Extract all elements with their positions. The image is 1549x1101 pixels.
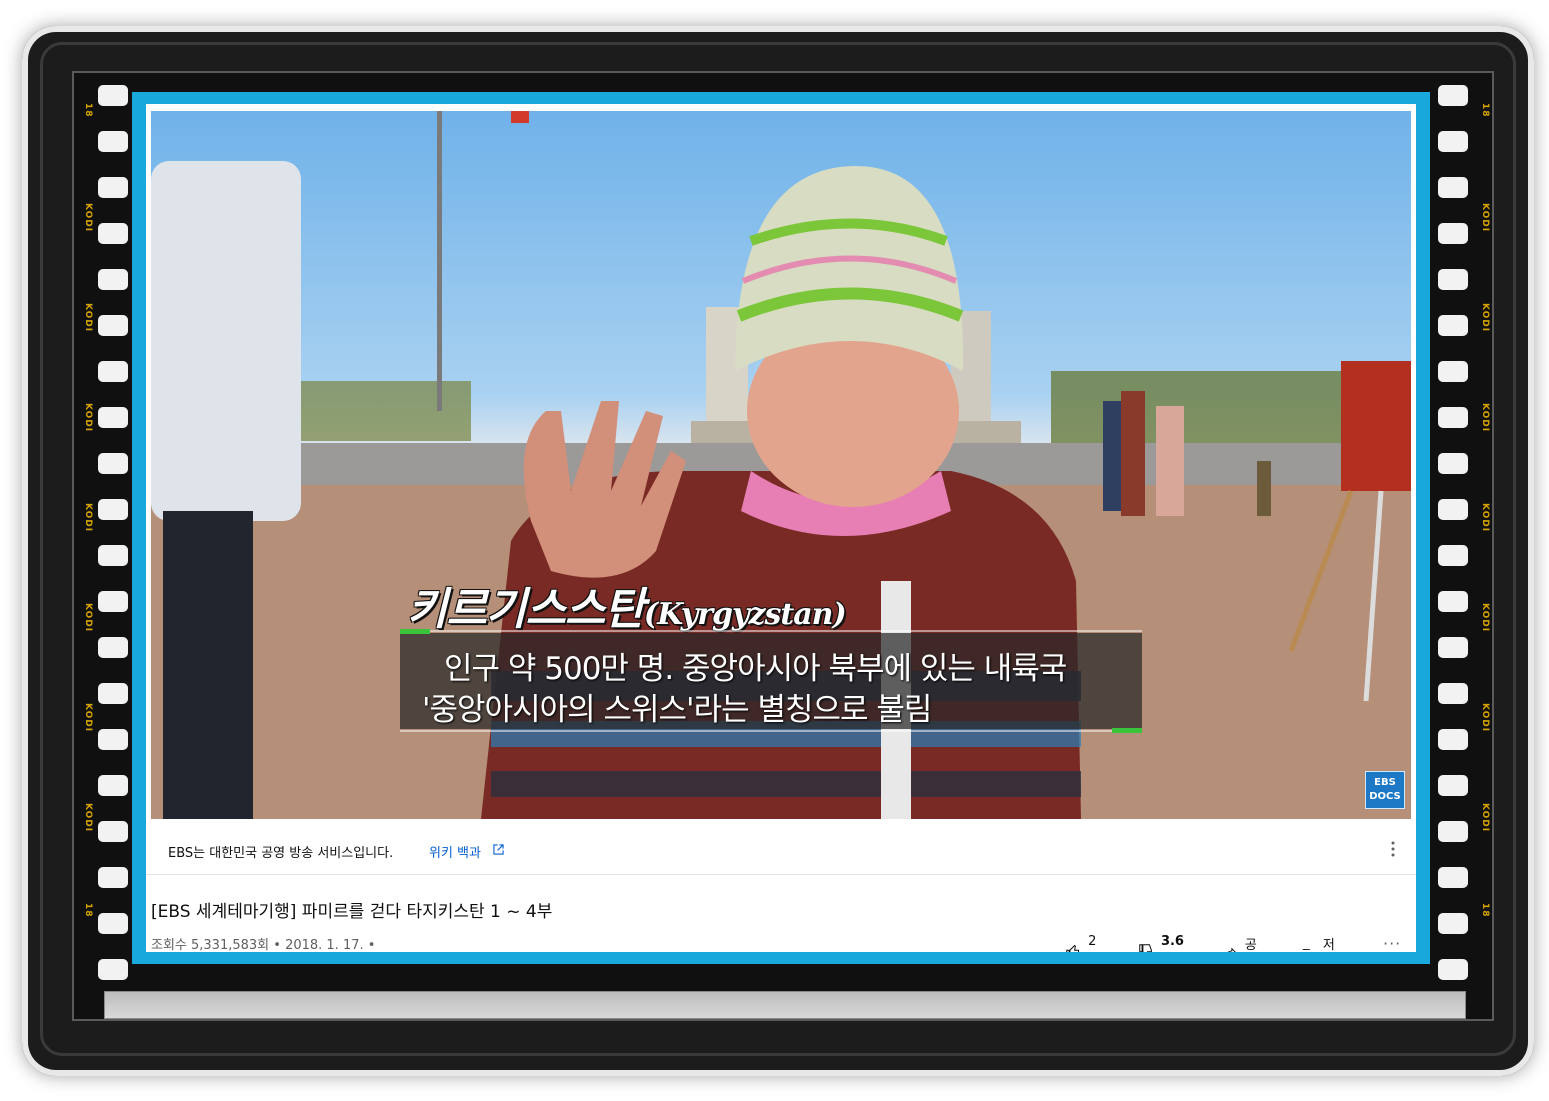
film-edge-mark: KODI bbox=[1480, 303, 1490, 333]
more-actions-button[interactable]: ··· bbox=[1383, 934, 1401, 952]
film-perforation bbox=[1438, 959, 1468, 980]
video-title: [EBS 세계테마기행] 파미르를 걷다 타지키스탄 1 ~ 4부 bbox=[151, 902, 553, 922]
external-link-icon[interactable] bbox=[493, 844, 504, 855]
more-vert-icon[interactable] bbox=[1385, 839, 1401, 859]
share-label: 공유 bbox=[1244, 938, 1257, 952]
film-perforation bbox=[98, 453, 128, 474]
film-bottom-strip bbox=[104, 991, 1466, 1019]
caption-divider bbox=[400, 730, 1112, 732]
film-perforation bbox=[1438, 683, 1468, 704]
film-edge-mark: KODI bbox=[83, 403, 93, 433]
film-perforation bbox=[98, 729, 128, 750]
like-count: 2만 bbox=[1088, 934, 1097, 949]
film-perforation bbox=[1438, 453, 1468, 474]
film-perforation bbox=[98, 131, 128, 152]
film-edge-mark: 18 bbox=[1480, 103, 1490, 118]
film-edge-mark: 18 bbox=[1480, 903, 1490, 918]
film-edge-mark: KODI bbox=[83, 703, 93, 733]
film-perforation bbox=[1438, 177, 1468, 198]
youtube-watch-page: 키르기스스탄(Kyrgyzstan) 인구 약 500만 명. 중앙아시아 북부… bbox=[146, 104, 1416, 952]
caption-line-1: 인구 약 500만 명. 중앙아시아 북부에 있는 내륙국 bbox=[444, 651, 1067, 687]
film-perforation bbox=[1438, 775, 1468, 796]
film-perforation bbox=[1438, 913, 1468, 934]
ebs-docs-logo: EBS DOCS bbox=[1365, 771, 1405, 809]
wikipedia-link[interactable]: 위키 백과 bbox=[429, 842, 481, 861]
film-edge-mark: KODI bbox=[83, 603, 93, 633]
film-perforation bbox=[1438, 545, 1468, 566]
film-edge-mark: KODI bbox=[1480, 403, 1490, 433]
film-edge-mark: KODI bbox=[83, 503, 93, 533]
logo-line-2: DOCS bbox=[1369, 791, 1401, 802]
video-player[interactable]: 키르기스스탄(Kyrgyzstan) 인구 약 500만 명. 중앙아시아 북부… bbox=[151, 111, 1411, 819]
film-perforation bbox=[98, 913, 128, 934]
playlist-add-icon bbox=[1302, 948, 1310, 950]
film-perforation bbox=[1438, 637, 1468, 658]
dislike-button[interactable]: 3.6천 bbox=[1139, 934, 1188, 952]
caption-line-2: '중앙아시아의 스위스'라는 별칭으로 불림 bbox=[422, 692, 932, 728]
thumbs-down-icon bbox=[1139, 944, 1152, 952]
film-perforation bbox=[1438, 131, 1468, 152]
caption-box: 인구 약 500만 명. 중앙아시아 북부에 있는 내륙국 '중앙아시아의 스위… bbox=[400, 629, 1142, 733]
logo-line-1: EBS bbox=[1374, 777, 1396, 788]
film-perforation bbox=[98, 637, 128, 658]
film-perforation bbox=[1438, 499, 1468, 520]
film-perforation bbox=[1438, 821, 1468, 842]
film-perforation bbox=[98, 177, 128, 198]
caption-accent-bar bbox=[1112, 728, 1142, 733]
save-label: 저장 bbox=[1322, 938, 1335, 952]
film-perforation bbox=[98, 821, 128, 842]
film-perforation bbox=[98, 315, 128, 336]
film-perforation bbox=[98, 867, 128, 888]
film-edge-mark: KODI bbox=[1480, 803, 1490, 833]
film-perforation bbox=[1438, 269, 1468, 290]
more-horiz-icon: ··· bbox=[1383, 934, 1402, 952]
dislike-count: 3.6천 bbox=[1160, 934, 1184, 949]
film-perforation bbox=[1438, 315, 1468, 336]
film-edge-mark: KODI bbox=[83, 803, 93, 833]
film-perforation bbox=[98, 775, 128, 796]
film-perforation bbox=[98, 959, 128, 980]
film-perforations-left: 18 KODI KODI KODI KODI KODI KODI KODI 18 bbox=[74, 73, 134, 1019]
film-edge-mark: KODI bbox=[83, 303, 93, 333]
film-perforation bbox=[98, 545, 128, 566]
film-edge-mark: KODI bbox=[1480, 603, 1490, 633]
caption-title-korean: 키르기스스탄 bbox=[407, 584, 645, 635]
caption-accent-bar bbox=[400, 629, 430, 634]
film-perforation bbox=[98, 361, 128, 382]
film-perforation bbox=[98, 407, 128, 428]
film-perforation bbox=[1438, 729, 1468, 750]
film-edge-mark: 18 bbox=[83, 103, 93, 118]
film-perforation bbox=[98, 499, 128, 520]
film-perforation bbox=[98, 683, 128, 704]
film-perforation bbox=[1438, 361, 1468, 382]
film-edge-mark: KODI bbox=[1480, 203, 1490, 233]
film-perforation bbox=[1438, 591, 1468, 612]
film-edge-mark: KODI bbox=[83, 203, 93, 233]
video-meta: 조회수 5,331,583회 • 2018. 1. 17. • bbox=[151, 938, 376, 952]
film-perforation bbox=[1438, 85, 1468, 106]
save-button[interactable]: 저장 bbox=[1302, 934, 1340, 952]
film-perforation bbox=[98, 223, 128, 244]
film-perforations-right: 18 KODI KODI KODI KODI KODI KODI KODI 18 bbox=[1432, 73, 1492, 1019]
info-panel-text: EBS는 대한민국 공영 방송 서비스입니다. bbox=[168, 846, 394, 861]
film-perforation bbox=[98, 591, 128, 612]
film-perforation bbox=[1438, 223, 1468, 244]
share-button[interactable]: 공유 bbox=[1224, 934, 1262, 952]
film-perforation bbox=[1438, 407, 1468, 428]
like-button[interactable]: 2만 bbox=[1066, 934, 1104, 952]
info-panel: EBS는 대한민국 공영 방송 서비스입니다. 위키 백과 bbox=[146, 819, 1416, 875]
film-perforation bbox=[1438, 867, 1468, 888]
caption-title-latin: (Kyrgyzstan) bbox=[643, 597, 847, 632]
caption-title: 키르기스스탄(Kyrgyzstan) bbox=[407, 573, 847, 637]
film-edge-mark: KODI bbox=[1480, 703, 1490, 733]
thumbs-up-icon bbox=[1066, 944, 1080, 952]
film-perforation bbox=[98, 85, 128, 106]
film-perforation bbox=[98, 269, 128, 290]
film-edge-mark: KODI bbox=[1480, 503, 1490, 533]
share-icon bbox=[1227, 947, 1236, 952]
caption-divider bbox=[430, 630, 1142, 632]
film-edge-mark: 18 bbox=[83, 903, 93, 918]
